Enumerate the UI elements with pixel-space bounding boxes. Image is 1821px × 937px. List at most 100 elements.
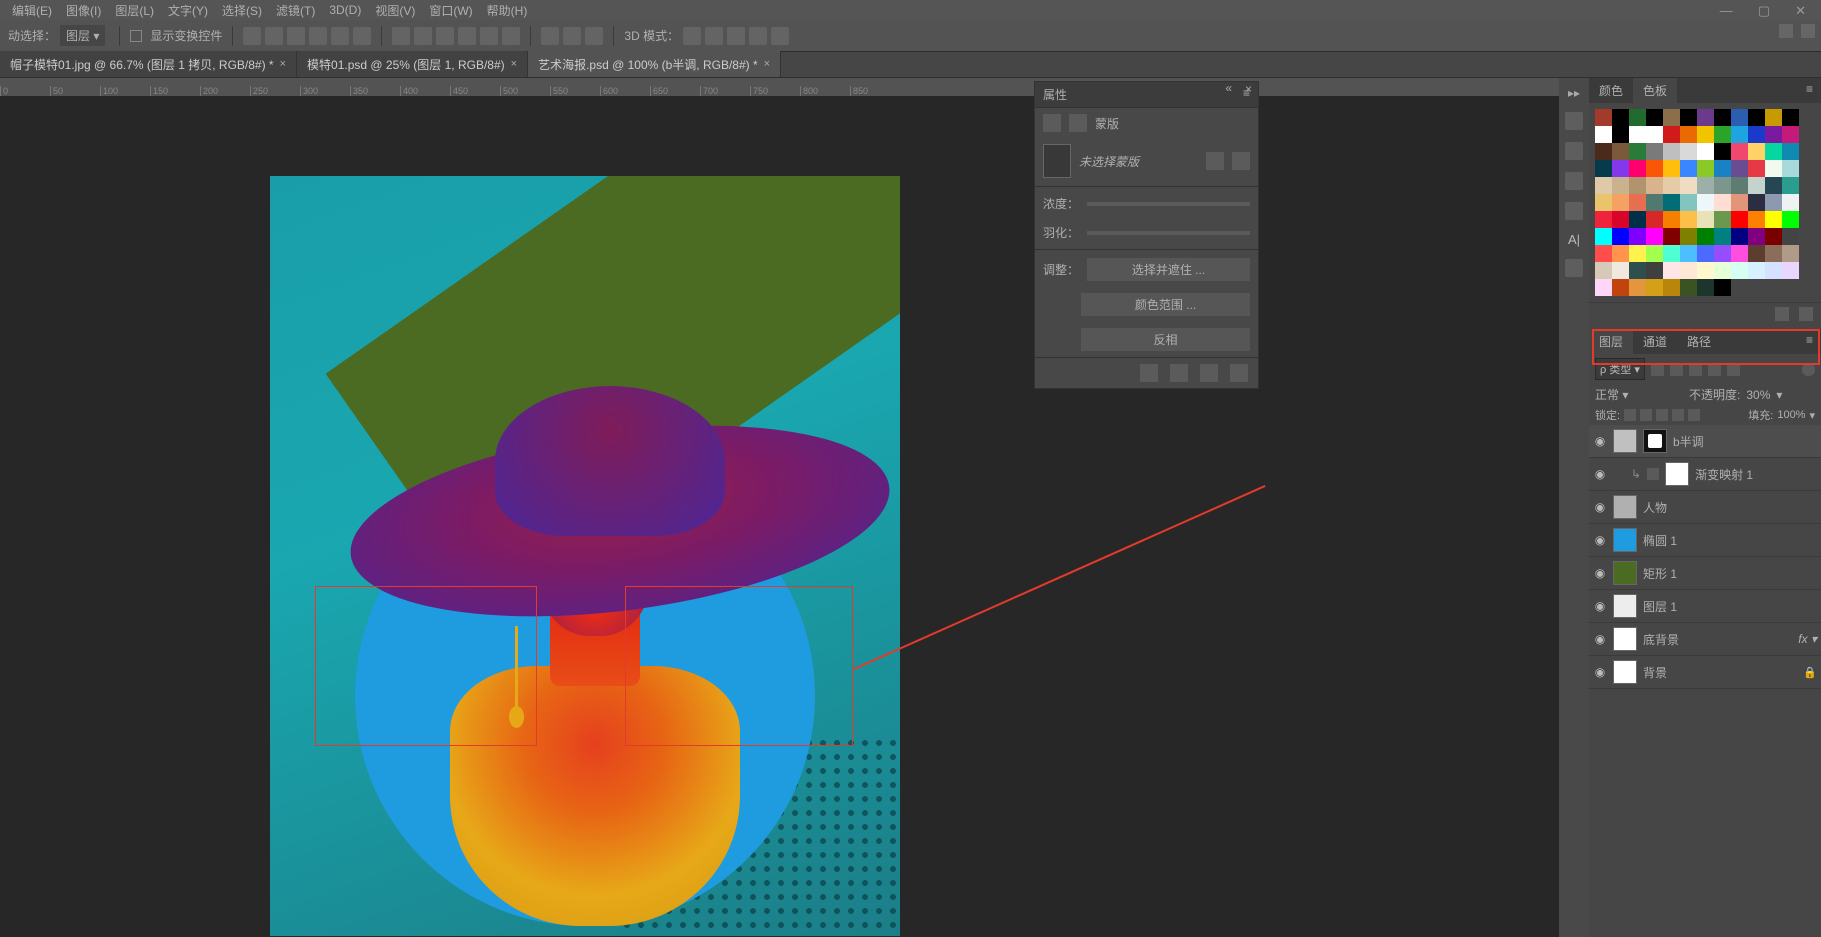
color-swatch[interactable] xyxy=(1782,160,1799,177)
color-swatch[interactable] xyxy=(1612,245,1629,262)
layer-row[interactable]: ◉底背景fx ▾ xyxy=(1589,623,1821,656)
delete-mask-icon[interactable] xyxy=(1230,364,1248,382)
color-swatch[interactable] xyxy=(1612,262,1629,279)
threed-3-icon[interactable] xyxy=(727,27,745,45)
close-tab-icon[interactable]: × xyxy=(280,58,286,70)
color-swatch[interactable] xyxy=(1731,211,1748,228)
visibility-eye-icon[interactable]: ◉ xyxy=(1593,632,1607,646)
layer-thumbnail[interactable] xyxy=(1665,462,1689,486)
color-swatch[interactable] xyxy=(1731,126,1748,143)
maximize-icon[interactable]: ▢ xyxy=(1758,3,1770,19)
color-swatch[interactable] xyxy=(1765,211,1782,228)
color-swatch[interactable] xyxy=(1748,245,1765,262)
expand-icon[interactable]: ▸▸ xyxy=(1568,86,1580,100)
auto-select-dropdown[interactable]: 图层 ▾ xyxy=(60,25,105,46)
layer-name[interactable]: 椭圆 1 xyxy=(1643,532,1817,549)
align-left-icon[interactable] xyxy=(243,27,261,45)
layer-row[interactable]: ◉b半调 xyxy=(1589,425,1821,458)
color-swatch[interactable] xyxy=(1646,262,1663,279)
color-swatch[interactable] xyxy=(1629,279,1646,296)
visibility-eye-icon[interactable]: ◉ xyxy=(1593,566,1607,580)
color-swatch[interactable] xyxy=(1663,262,1680,279)
align-center-v-icon[interactable] xyxy=(331,27,349,45)
color-swatch[interactable] xyxy=(1629,194,1646,211)
color-swatch[interactable] xyxy=(1629,143,1646,160)
arrange-1-icon[interactable] xyxy=(541,27,559,45)
visibility-eye-icon[interactable]: ◉ xyxy=(1593,599,1607,613)
color-swatch[interactable] xyxy=(1595,194,1612,211)
color-swatch[interactable] xyxy=(1595,109,1612,126)
color-swatch[interactable] xyxy=(1748,194,1765,211)
layer-row[interactable]: ◉背景🔒 xyxy=(1589,656,1821,689)
color-swatch[interactable] xyxy=(1663,109,1680,126)
canvas-area[interactable]: 0501001502002503003504004505005506006507… xyxy=(0,78,1559,937)
document-tab[interactable]: 模特01.psd @ 25% (图层 1, RGB/8#)× xyxy=(297,51,528,77)
align-top-icon[interactable] xyxy=(309,27,327,45)
layer-thumbnail[interactable] xyxy=(1613,561,1637,585)
color-swatch[interactable] xyxy=(1714,177,1731,194)
lock-pixels-icon[interactable] xyxy=(1640,409,1652,421)
layer-row[interactable]: ◉ 矩形 1 xyxy=(1589,557,1821,590)
layer-name[interactable]: 图层 1 xyxy=(1643,598,1817,615)
threed-5-icon[interactable] xyxy=(771,27,789,45)
feather-slider[interactable] xyxy=(1087,231,1250,235)
close-tab-icon[interactable]: × xyxy=(764,58,770,70)
color-swatch[interactable] xyxy=(1629,262,1646,279)
color-swatch[interactable] xyxy=(1612,177,1629,194)
load-selection-icon[interactable] xyxy=(1140,364,1158,382)
close-tab-icon[interactable]: × xyxy=(511,58,517,70)
distribute-6-icon[interactable] xyxy=(502,27,520,45)
layer-name[interactable]: 人物 xyxy=(1643,499,1817,516)
color-swatch[interactable] xyxy=(1697,262,1714,279)
color-panel-menu-icon[interactable]: ≡ xyxy=(1798,78,1821,103)
menu-item[interactable]: 窗口(W) xyxy=(429,2,472,19)
arrange-3-icon[interactable] xyxy=(585,27,603,45)
layer-thumbnail[interactable] xyxy=(1613,528,1637,552)
color-swatch[interactable] xyxy=(1629,160,1646,177)
menu-item[interactable]: 文字(Y) xyxy=(168,2,208,19)
layer-name[interactable]: 矩形 1 xyxy=(1643,565,1817,582)
color-swatch[interactable] xyxy=(1612,160,1629,177)
brush-icon[interactable] xyxy=(1565,202,1583,220)
color-swatch[interactable] xyxy=(1748,109,1765,126)
color-swatch[interactable] xyxy=(1782,143,1799,160)
panel-close-icon[interactable]: × xyxy=(1245,82,1252,96)
color-swatch[interactable] xyxy=(1663,245,1680,262)
distribute-1-icon[interactable] xyxy=(392,27,410,45)
layer-name[interactable]: b半调 xyxy=(1673,433,1817,450)
layer-thumbnail[interactable] xyxy=(1613,495,1637,519)
color-swatch[interactable] xyxy=(1595,143,1612,160)
color-swatch[interactable] xyxy=(1714,109,1731,126)
invert-button[interactable]: 反相 xyxy=(1081,328,1250,351)
color-swatch[interactable] xyxy=(1680,177,1697,194)
color-swatch[interactable] xyxy=(1765,126,1782,143)
color-swatch[interactable] xyxy=(1782,177,1799,194)
color-swatch[interactable] xyxy=(1697,279,1714,296)
layer-list[interactable]: ◉b半调◉↳渐变映射 1◉人物◉椭圆 1◉矩形 1◉图层 1◉底背景fx ▾◉背… xyxy=(1589,425,1821,937)
color-swatch[interactable] xyxy=(1595,177,1612,194)
apply-mask-icon[interactable] xyxy=(1170,364,1188,382)
color-swatch[interactable] xyxy=(1629,245,1646,262)
color-swatch[interactable] xyxy=(1663,126,1680,143)
menu-item[interactable]: 滤镜(T) xyxy=(276,2,315,19)
menu-item[interactable]: 编辑(E) xyxy=(12,2,52,19)
document-tab[interactable]: 帽子模特01.jpg @ 66.7% (图层 1 拷贝, RGB/8#) *× xyxy=(0,51,297,77)
distribute-2-icon[interactable] xyxy=(414,27,432,45)
pixel-mask-icon[interactable] xyxy=(1206,152,1224,170)
color-swatch[interactable] xyxy=(1697,245,1714,262)
toggle-mask-icon[interactable] xyxy=(1200,364,1218,382)
layer-name[interactable]: 背景 xyxy=(1643,664,1797,681)
color-swatch[interactable] xyxy=(1782,262,1799,279)
color-swatch[interactable] xyxy=(1714,228,1731,245)
opacity-input[interactable]: 30% xyxy=(1746,388,1770,402)
color-swatch[interactable] xyxy=(1612,109,1629,126)
menu-item[interactable]: 图像(I) xyxy=(66,2,101,19)
color-swatch[interactable] xyxy=(1663,143,1680,160)
color-swatch[interactable] xyxy=(1646,160,1663,177)
color-swatch[interactable] xyxy=(1714,126,1731,143)
color-swatch[interactable] xyxy=(1680,143,1697,160)
color-swatch[interactable] xyxy=(1629,228,1646,245)
layer-thumbnail[interactable] xyxy=(1613,660,1637,684)
color-swatch[interactable] xyxy=(1748,143,1765,160)
color-swatch[interactable] xyxy=(1595,245,1612,262)
